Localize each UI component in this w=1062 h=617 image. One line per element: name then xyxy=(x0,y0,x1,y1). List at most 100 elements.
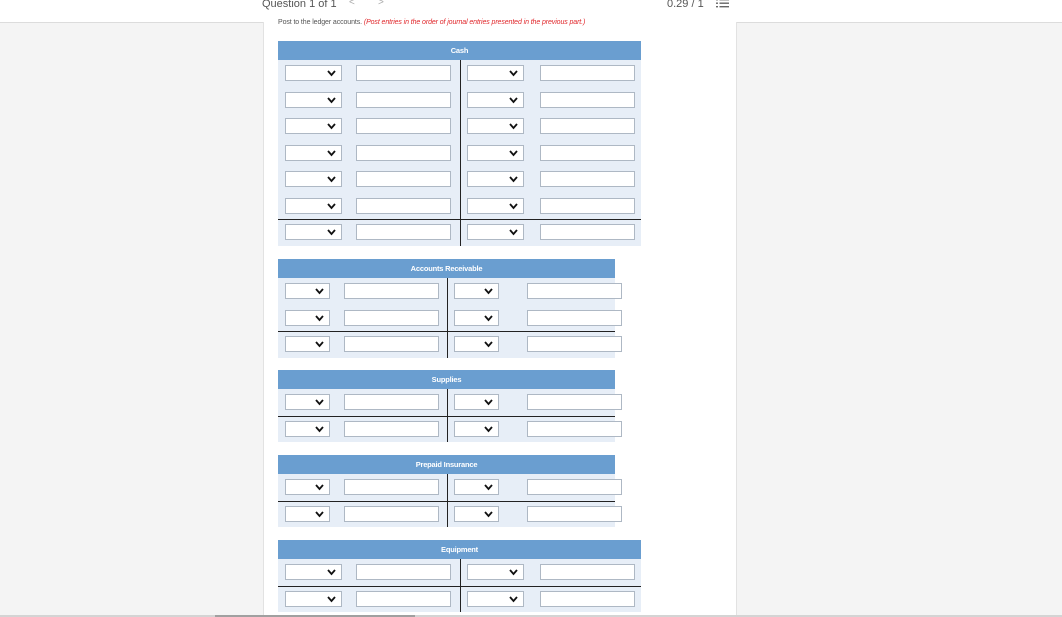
credit-amount-input[interactable] xyxy=(527,420,622,437)
credit-account-select[interactable] xyxy=(467,564,524,580)
credit-account-select[interactable] xyxy=(467,65,524,81)
credit-amount-input[interactable] xyxy=(527,309,622,326)
credit-account-select[interactable] xyxy=(454,336,499,352)
credit-amount-input[interactable] xyxy=(527,394,622,410)
credit-account-select[interactable] xyxy=(454,394,499,410)
debit-amount-input[interactable] xyxy=(344,420,439,437)
credit-amount-input[interactable] xyxy=(540,564,635,580)
taccount-body xyxy=(278,559,641,612)
chevron-down-icon xyxy=(315,288,324,295)
debit-account-select[interactable] xyxy=(285,394,330,410)
taccount-vertical-divider xyxy=(447,278,449,358)
chevron-down-icon xyxy=(509,176,518,183)
chevron-down-icon xyxy=(315,425,324,432)
chevron-down-icon xyxy=(484,399,493,406)
credit-amount-input[interactable] xyxy=(527,336,622,352)
taccount-body xyxy=(278,389,622,442)
taccount-total-line xyxy=(278,331,615,333)
credit-account-select[interactable] xyxy=(467,171,524,187)
credit-account-select[interactable] xyxy=(467,91,524,108)
taccount-supplies: Supplies xyxy=(278,370,622,442)
credit-amount-input[interactable] xyxy=(540,197,635,214)
credit-amount-input[interactable] xyxy=(540,224,635,240)
chevron-down-icon xyxy=(509,202,518,209)
chevron-down-icon xyxy=(315,510,324,517)
debit-amount-input[interactable] xyxy=(344,479,439,495)
question-list-icon[interactable] xyxy=(716,0,729,10)
credit-amount-input[interactable] xyxy=(540,590,635,607)
chevron-down-icon xyxy=(509,595,518,602)
taccount-total-line xyxy=(278,585,641,587)
debit-account-select[interactable] xyxy=(285,479,330,495)
credit-account-select[interactable] xyxy=(454,309,499,326)
debit-account-select[interactable] xyxy=(285,336,330,352)
chevron-down-icon xyxy=(484,341,493,348)
debit-amount-input[interactable] xyxy=(344,309,439,326)
debit-amount-input[interactable] xyxy=(356,171,451,187)
credit-amount-input[interactable] xyxy=(540,91,635,108)
taccount-total-line xyxy=(278,415,615,417)
debit-account-select[interactable] xyxy=(285,144,342,161)
credit-amount-input[interactable] xyxy=(540,118,635,134)
credit-amount-input[interactable] xyxy=(540,171,635,187)
debit-account-select[interactable] xyxy=(285,118,342,134)
debit-account-select[interactable] xyxy=(285,224,342,240)
debit-amount-input[interactable] xyxy=(344,505,439,522)
instruction-note: (Post entries in the order of journal en… xyxy=(363,19,586,26)
debit-amount-input[interactable] xyxy=(356,590,451,607)
credit-amount-input[interactable] xyxy=(527,479,622,495)
credit-amount-input[interactable] xyxy=(540,65,635,81)
credit-account-select[interactable] xyxy=(467,144,524,161)
debit-amount-input[interactable] xyxy=(344,283,439,299)
debit-amount-input[interactable] xyxy=(356,197,451,214)
chevron-down-icon xyxy=(327,149,336,156)
credit-account-select[interactable] xyxy=(454,505,499,522)
debit-account-select[interactable] xyxy=(285,309,330,326)
debit-amount-input[interactable] xyxy=(344,394,439,410)
debit-amount-input[interactable] xyxy=(356,118,451,134)
credit-account-select[interactable] xyxy=(454,479,499,495)
debit-account-select[interactable] xyxy=(285,283,330,299)
debit-amount-input[interactable] xyxy=(356,91,451,108)
next-question-button[interactable]: > xyxy=(378,0,384,8)
chevron-down-icon xyxy=(315,484,324,491)
instruction-lead: Post to the ledger accounts. xyxy=(278,19,362,26)
chevron-down-icon xyxy=(484,425,493,432)
debit-amount-input[interactable] xyxy=(356,564,451,580)
taccount-title: Supplies xyxy=(278,370,615,389)
taccount-title: Prepaid Insurance xyxy=(278,455,615,474)
credit-amount-input[interactable] xyxy=(527,283,622,299)
taccount-vertical-divider xyxy=(460,60,462,246)
chevron-down-icon xyxy=(327,176,336,183)
credit-amount-input[interactable] xyxy=(527,505,622,522)
debit-amount-input[interactable] xyxy=(356,144,451,161)
debit-account-select[interactable] xyxy=(285,420,330,437)
credit-account-select[interactable] xyxy=(467,197,524,214)
previous-question-button[interactable]: < xyxy=(349,0,355,8)
credit-amount-input[interactable] xyxy=(540,144,635,161)
debit-account-select[interactable] xyxy=(285,197,342,214)
chevron-down-icon xyxy=(484,314,493,321)
debit-account-select[interactable] xyxy=(285,65,342,81)
debit-amount-input[interactable] xyxy=(344,336,439,352)
credit-account-select[interactable] xyxy=(467,118,524,134)
taccount-body xyxy=(278,60,641,246)
debit-account-select[interactable] xyxy=(285,564,342,580)
credit-account-select[interactable] xyxy=(454,283,499,299)
debit-account-select[interactable] xyxy=(285,505,330,522)
chevron-down-icon xyxy=(315,314,324,321)
chevron-down-icon xyxy=(315,399,324,406)
credit-account-select[interactable] xyxy=(454,420,499,437)
chevron-down-icon xyxy=(327,569,336,576)
taccount-cash: Cash xyxy=(278,41,641,246)
credit-account-select[interactable] xyxy=(467,590,524,607)
chevron-down-icon xyxy=(509,229,518,236)
credit-account-select[interactable] xyxy=(467,224,524,240)
debit-account-select[interactable] xyxy=(285,171,342,187)
taccount-equipment: Equipment xyxy=(278,540,641,612)
debit-amount-input[interactable] xyxy=(356,65,451,81)
debit-account-select[interactable] xyxy=(285,91,342,108)
chevron-down-icon xyxy=(484,288,493,295)
debit-amount-input[interactable] xyxy=(356,224,451,240)
debit-account-select[interactable] xyxy=(285,590,342,607)
